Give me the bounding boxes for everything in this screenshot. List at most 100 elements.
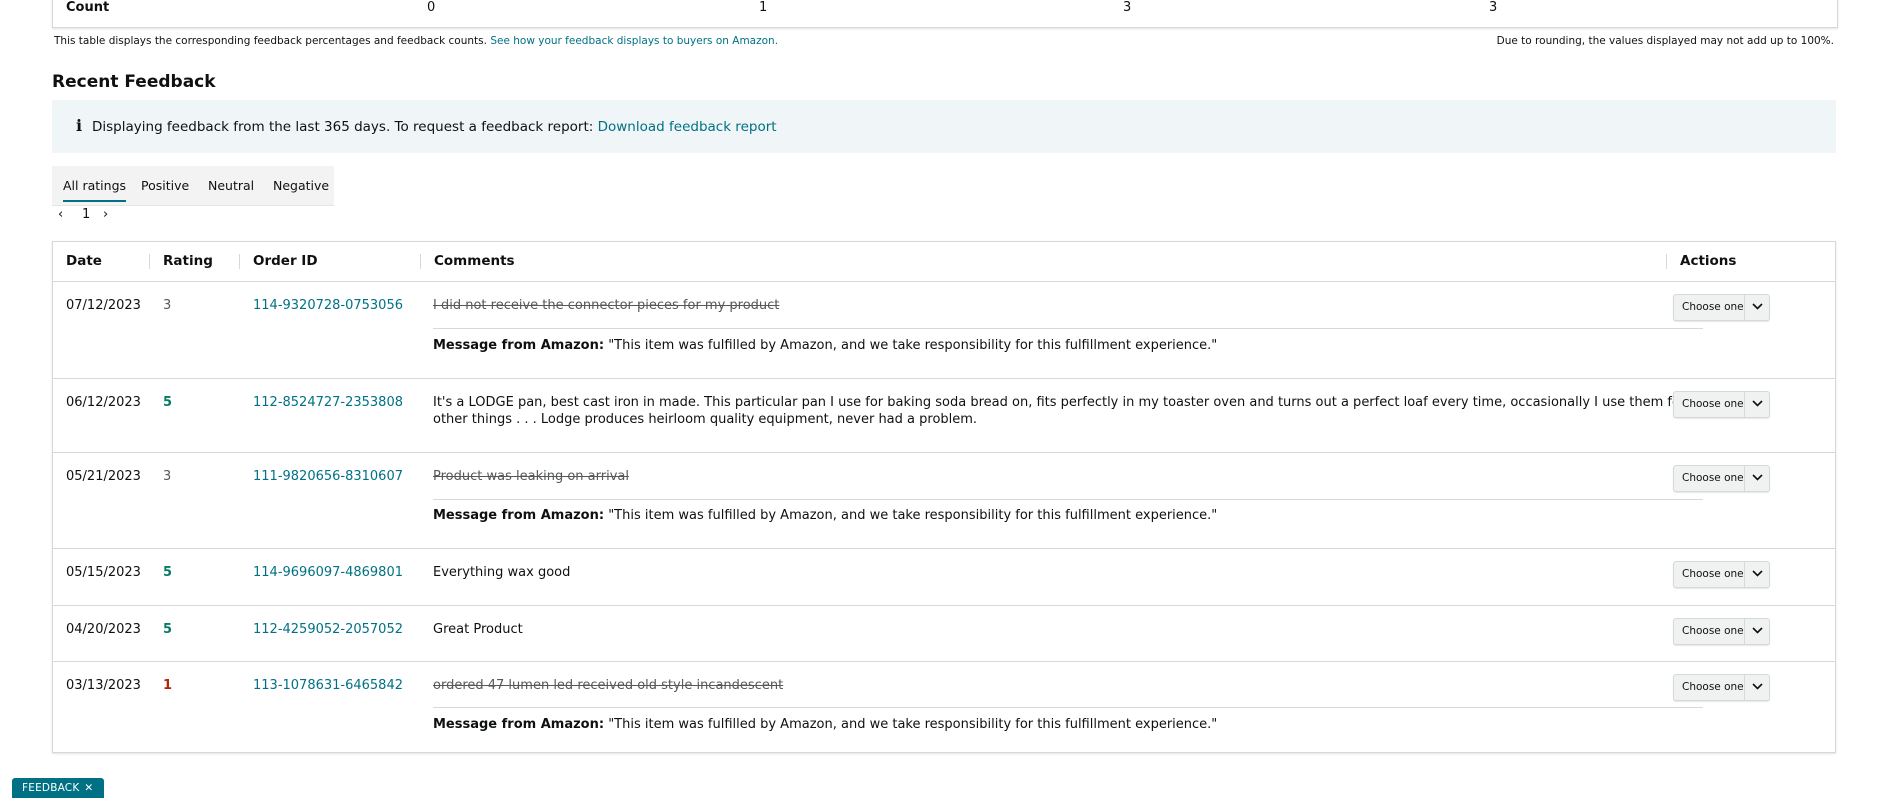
message-text: "This item was fulfilled by Amazon, and … bbox=[608, 338, 1218, 353]
choose-action-dropdown[interactable]: Choose one bbox=[1673, 674, 1770, 701]
close-icon[interactable]: ✕ bbox=[84, 782, 93, 794]
row-order-id[interactable]: 114-9320728-0753056 bbox=[253, 297, 403, 314]
tab-neutral[interactable]: Neutral bbox=[208, 178, 254, 193]
feedback-table: Date Rating Order ID Comments Actions 07… bbox=[52, 241, 1836, 753]
row-order-id[interactable]: 113-1078631-6465842 bbox=[253, 677, 403, 694]
feedback-badge[interactable]: FEEDBACK ✕ bbox=[12, 778, 105, 798]
message-divider bbox=[433, 499, 1703, 500]
row-date: 03/13/2023 bbox=[66, 678, 141, 693]
row-date: 06/12/2023 bbox=[66, 395, 141, 410]
count-value-4: 3 bbox=[1489, 0, 1498, 15]
dropdown-divider bbox=[1744, 392, 1745, 417]
choose-action-label: Choose one bbox=[1682, 681, 1744, 693]
header-rating: Rating bbox=[163, 253, 213, 269]
recent-feedback-title: Recent Feedback bbox=[52, 72, 216, 92]
choose-action-label: Choose one bbox=[1682, 301, 1744, 313]
row-order-id[interactable]: 112-4259052-2057052 bbox=[253, 621, 403, 638]
message-label: Message from Amazon: bbox=[433, 717, 605, 732]
row-rating: 5 bbox=[163, 622, 173, 637]
table-note-text: This table displays the corresponding fe… bbox=[54, 35, 487, 47]
dropdown-divider bbox=[1744, 466, 1745, 491]
header-order-id: Order ID bbox=[253, 253, 318, 269]
row-comment: Everything wax good bbox=[433, 565, 571, 580]
info-alert: i Displaying feedback from the last 365 … bbox=[52, 100, 1836, 153]
choose-action-dropdown[interactable]: Choose one bbox=[1673, 561, 1770, 588]
table-note: This table displays the corresponding fe… bbox=[54, 35, 778, 47]
row-date: 07/12/2023 bbox=[66, 298, 141, 313]
row-rating: 1 bbox=[163, 678, 173, 693]
row-order-id[interactable]: 111-9820656-8310607 bbox=[253, 468, 403, 485]
message-text: "This item was fulfilled by Amazon, and … bbox=[608, 717, 1218, 732]
row-rating: 3 bbox=[163, 298, 172, 313]
row-order-id[interactable]: 112-8524727-2353808 bbox=[253, 394, 403, 411]
choose-action-label: Choose one bbox=[1682, 472, 1744, 484]
chevron-down-icon[interactable] bbox=[1752, 562, 1763, 587]
header-separator bbox=[239, 254, 240, 269]
count-label: Count bbox=[66, 0, 110, 15]
choose-action-dropdown[interactable]: Choose one bbox=[1673, 465, 1770, 492]
dropdown-divider bbox=[1744, 675, 1745, 700]
row-comment: ordered 47 lumen led received old style … bbox=[433, 678, 784, 693]
info-icon: i bbox=[76, 116, 83, 135]
rounding-note: Due to rounding, the values displayed ma… bbox=[1496, 35, 1834, 47]
chevron-down-icon[interactable] bbox=[1752, 295, 1763, 320]
choose-action-dropdown[interactable]: Choose one bbox=[1673, 618, 1770, 645]
amazon-message: Message from Amazon: "This item was fulf… bbox=[433, 716, 1217, 733]
table-row: 06/12/2023 5 112-8524727-2353808 It's a … bbox=[53, 379, 1835, 453]
row-rating: 3 bbox=[163, 469, 172, 484]
choose-action-label: Choose one bbox=[1682, 398, 1744, 410]
header-separator bbox=[149, 254, 150, 269]
row-date: 04/20/2023 bbox=[66, 622, 141, 637]
chevron-down-icon[interactable] bbox=[1752, 392, 1763, 417]
row-rating: 5 bbox=[163, 395, 173, 410]
tab-positive[interactable]: Positive bbox=[141, 178, 189, 193]
table-row: 03/13/2023 1 113-1078631-6465842 ordered… bbox=[53, 662, 1835, 752]
row-comment: It's a LODGE pan, best cast iron in made… bbox=[433, 395, 1686, 427]
dropdown-divider bbox=[1744, 619, 1745, 644]
message-divider bbox=[433, 328, 1703, 329]
table-row: 04/20/2023 5 112-4259052-2057052 Great P… bbox=[53, 606, 1835, 662]
choose-action-dropdown[interactable]: Choose one bbox=[1673, 391, 1770, 418]
header-actions: Actions bbox=[1680, 253, 1737, 269]
current-page[interactable]: 1 bbox=[82, 207, 90, 222]
next-page-icon[interactable]: › bbox=[103, 207, 108, 222]
count-value-2: 1 bbox=[759, 0, 768, 15]
prev-page-icon[interactable]: ‹ bbox=[58, 207, 63, 222]
table-row: 05/15/2023 5 114-9696097-4869801 Everyth… bbox=[53, 549, 1835, 606]
message-label: Message from Amazon: bbox=[433, 508, 605, 523]
row-rating: 5 bbox=[163, 565, 173, 580]
choose-action-dropdown[interactable]: Choose one bbox=[1673, 294, 1770, 321]
chevron-down-icon[interactable] bbox=[1752, 466, 1763, 491]
tab-negative[interactable]: Negative bbox=[273, 178, 329, 193]
header-comments: Comments bbox=[434, 253, 515, 269]
choose-action-label: Choose one bbox=[1682, 568, 1744, 580]
message-label: Message from Amazon: bbox=[433, 338, 605, 353]
message-text: "This item was fulfilled by Amazon, and … bbox=[608, 508, 1218, 523]
count-value-3: 3 bbox=[1123, 0, 1132, 15]
row-comment: Great Product bbox=[433, 622, 523, 637]
buyer-display-link[interactable]: See how your feedback displays to buyers… bbox=[490, 35, 778, 47]
tab-all-ratings[interactable]: All ratings bbox=[63, 178, 127, 202]
row-order-id[interactable]: 114-9696097-4869801 bbox=[253, 564, 403, 581]
alert-message: Displaying feedback from the last 365 da… bbox=[92, 119, 594, 135]
choose-action-label: Choose one bbox=[1682, 625, 1744, 637]
table-row: 05/21/2023 3 111-9820656-8310607 Product… bbox=[53, 453, 1835, 549]
table-row: 07/12/2023 3 114-9320728-0753056 I did n… bbox=[53, 282, 1835, 379]
chevron-down-icon[interactable] bbox=[1752, 619, 1763, 644]
amazon-message: Message from Amazon: "This item was fulf… bbox=[433, 337, 1217, 354]
row-date: 05/21/2023 bbox=[66, 469, 141, 484]
dropdown-divider bbox=[1744, 562, 1745, 587]
feedback-badge-label: FEEDBACK bbox=[22, 782, 80, 794]
row-comment: I did not receive the connector pieces f… bbox=[433, 298, 780, 313]
count-value-1: 0 bbox=[427, 0, 436, 15]
rating-tabs: All ratings Positive Neutral Negative bbox=[52, 166, 334, 206]
dropdown-divider bbox=[1744, 295, 1745, 320]
row-date: 05/15/2023 bbox=[66, 565, 141, 580]
header-separator bbox=[420, 254, 421, 269]
count-table: Count 0 1 3 3 bbox=[52, 0, 1838, 28]
download-report-link[interactable]: Download feedback report bbox=[598, 119, 777, 135]
chevron-down-icon[interactable] bbox=[1752, 675, 1763, 700]
amazon-message: Message from Amazon: "This item was fulf… bbox=[433, 507, 1217, 524]
message-divider bbox=[433, 707, 1703, 708]
header-separator bbox=[1666, 254, 1667, 269]
